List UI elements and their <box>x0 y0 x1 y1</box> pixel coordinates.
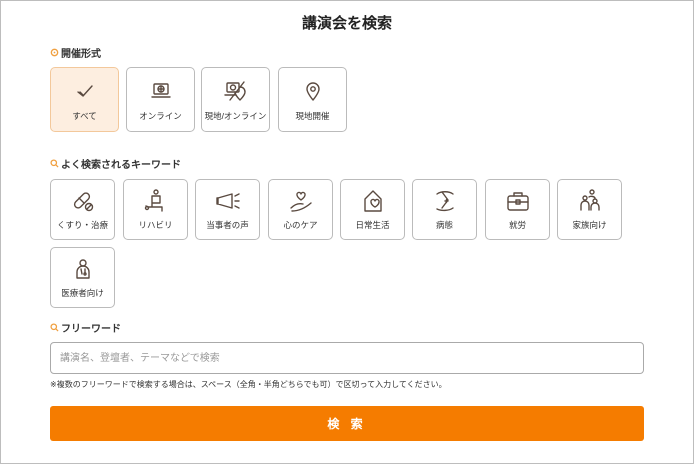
format-label-text: 開催形式 <box>61 49 101 60</box>
keyword-medical-professionals[interactable]: 医療者向け <box>50 247 115 308</box>
format-option-label: すべて <box>72 110 97 121</box>
keyword-label: 病態 <box>435 220 453 230</box>
format-section-label: 開催形式 <box>50 45 101 60</box>
format-option-all[interactable]: すべて <box>50 67 119 132</box>
briefcase-icon <box>505 188 531 214</box>
search-icon <box>50 159 59 168</box>
keyword-section-label: よく検索されるキーワード <box>50 156 181 171</box>
doctor-icon <box>70 256 96 282</box>
check-icon <box>72 78 98 104</box>
freeword-note: ※複数のフリーワードで検索する場合は、スペース（全角・半角どちらでも可）で区切っ… <box>50 380 447 389</box>
format-option-label: 現地開催 <box>295 110 330 121</box>
location-pin-icon <box>50 48 59 57</box>
megaphone-icon <box>215 188 241 214</box>
pathology-icon <box>432 188 458 214</box>
house-heart-icon <box>360 188 386 214</box>
keyword-label: 就労 <box>508 220 526 230</box>
keyword-voices[interactable]: 当事者の声 <box>195 179 260 240</box>
keyword-label: 当事者の声 <box>206 220 249 230</box>
format-option-online[interactable]: オンライン <box>126 67 195 132</box>
laptop-globe-icon <box>148 78 174 104</box>
freeword-section-label: フリーワード <box>50 320 121 335</box>
format-option-label: オンライン <box>139 110 182 121</box>
keyword-family[interactable]: 家族向け <box>557 179 622 240</box>
keyword-label: 日常生活 <box>355 220 390 230</box>
heart-hand-icon <box>288 188 314 214</box>
keyword-pathology[interactable]: 病態 <box>412 179 477 240</box>
keyword-employment[interactable]: 就労 <box>485 179 550 240</box>
keyword-label: 心のケア <box>283 220 318 230</box>
keyword-daily-life[interactable]: 日常生活 <box>340 179 405 240</box>
family-icon <box>577 188 603 214</box>
pill-icon <box>70 188 96 214</box>
keyword-label-text: よく検索されるキーワード <box>61 160 181 171</box>
keyword-rehab[interactable]: リハビリ <box>123 179 188 240</box>
format-option-onsite[interactable]: 現地開催 <box>278 67 347 132</box>
keyword-label: 家族向け <box>572 220 607 230</box>
freeword-search-input[interactable] <box>50 342 644 374</box>
keyword-label: リハビリ <box>138 220 173 230</box>
location-pin-icon <box>300 78 326 104</box>
keyword-mental-care[interactable]: 心のケア <box>268 179 333 240</box>
keyword-label: くすり・治療 <box>56 220 108 230</box>
laptop-location-icon <box>223 78 249 104</box>
keyword-label: 医療者向け <box>61 288 104 298</box>
rehabilitation-icon <box>143 188 169 214</box>
freeword-label-text: フリーワード <box>61 324 121 335</box>
page-title: 講演会を検索 <box>301 15 392 32</box>
format-option-hybrid[interactable]: 現地/オンライン <box>201 67 270 132</box>
search-button[interactable]: 検 索 <box>50 406 644 441</box>
keyword-medicine[interactable]: くすり・治療 <box>50 179 115 240</box>
format-option-label: 現地/オンライン <box>204 110 267 121</box>
search-icon <box>50 323 59 332</box>
